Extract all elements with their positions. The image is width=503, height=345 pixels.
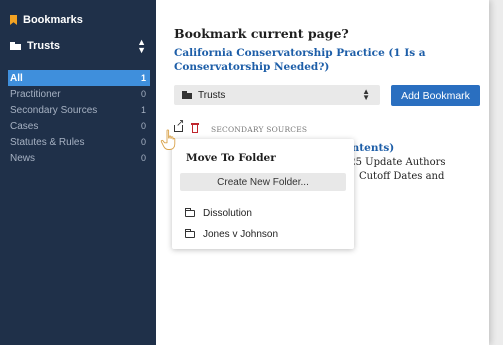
sidebar-item-count: 0	[140, 137, 146, 147]
folder-icon	[182, 91, 192, 99]
sidebar-title: Bookmarks	[23, 14, 83, 26]
sidebar-item-label: Secondary Sources	[10, 104, 98, 116]
sidebar-item-statutes-rules[interactable]: Statutes & Rules 0	[10, 134, 150, 150]
folder-select[interactable]: Trusts ▲ ▼	[174, 85, 380, 105]
sidebar-folder-value: Trusts	[27, 40, 61, 52]
folder-icon	[185, 228, 195, 238]
sidebar-item-label: Practitioner	[10, 88, 61, 100]
sidebar-item-cases[interactable]: Cases 0	[10, 118, 150, 134]
sidebar-item-practitioner[interactable]: Practitioner 0	[10, 86, 150, 102]
sidebar-item-label: Cases	[10, 120, 39, 132]
move-to-folder-popup: Move To Folder Create New Folder... Diss…	[172, 139, 354, 249]
select-arrows-icon: ▲ ▼	[362, 87, 370, 102]
page-heading: Bookmark current page?	[174, 26, 349, 41]
sidebar-item-count: 0	[140, 153, 146, 163]
folder-option-jones-v-johnson[interactable]: Jones v Johnson	[185, 227, 278, 241]
bookmark-icon	[10, 15, 17, 25]
document-title-link[interactable]: California Conservatorship Practice (1 I…	[174, 46, 482, 74]
sidebar-item-news[interactable]: News 0	[10, 150, 150, 166]
folder-option-label: Dissolution	[203, 207, 252, 219]
sidebar-item-count: 1	[140, 105, 146, 115]
sidebar-item-count: 1	[140, 73, 146, 83]
bookmarks-panel: Bookmarks Trusts ▲ ▼ All 1 Practitioner 0…	[0, 0, 489, 345]
sidebar-item-count: 0	[140, 89, 146, 99]
sidebar-item-label: Statutes & Rules	[10, 136, 85, 148]
section-label: SECONDARY SOURCES	[211, 125, 308, 134]
select-arrows-icon: ▲ ▼	[137, 37, 146, 55]
popup-title: Move To Folder	[186, 152, 276, 164]
folder-select-value: Trusts	[198, 89, 226, 101]
folder-option-label: Jones v Johnson	[203, 228, 279, 240]
bookmarks-sidebar: Bookmarks Trusts ▲ ▼ All 1 Practitioner 0…	[0, 0, 156, 345]
folder-icon	[185, 207, 195, 217]
delete-icon[interactable]	[191, 123, 199, 133]
sidebar-item-all[interactable]: All 1	[8, 70, 150, 86]
folder-option-dissolution[interactable]: Dissolution	[185, 206, 252, 220]
create-new-folder-button[interactable]: Create New Folder...	[180, 173, 346, 191]
bookmark-row-actions	[174, 118, 199, 133]
add-bookmark-button[interactable]: Add Bookmark	[391, 85, 480, 106]
sidebar-item-label: News	[10, 152, 36, 164]
snippet-text: Cutoff Dates and	[358, 171, 445, 182]
sidebar-category-list: All 1 Practitioner 0 Secondary Sources 1…	[8, 70, 150, 166]
sidebar-item-count: 0	[140, 121, 146, 131]
folder-icon	[10, 42, 21, 50]
hand-cursor-icon	[160, 129, 176, 150]
sidebar-header: Bookmarks	[10, 14, 83, 26]
sidebar-item-secondary-sources[interactable]: Secondary Sources 1	[10, 102, 150, 118]
sidebar-folder-select[interactable]: Trusts ▲ ▼	[10, 37, 150, 55]
sidebar-item-label: All	[10, 72, 23, 84]
